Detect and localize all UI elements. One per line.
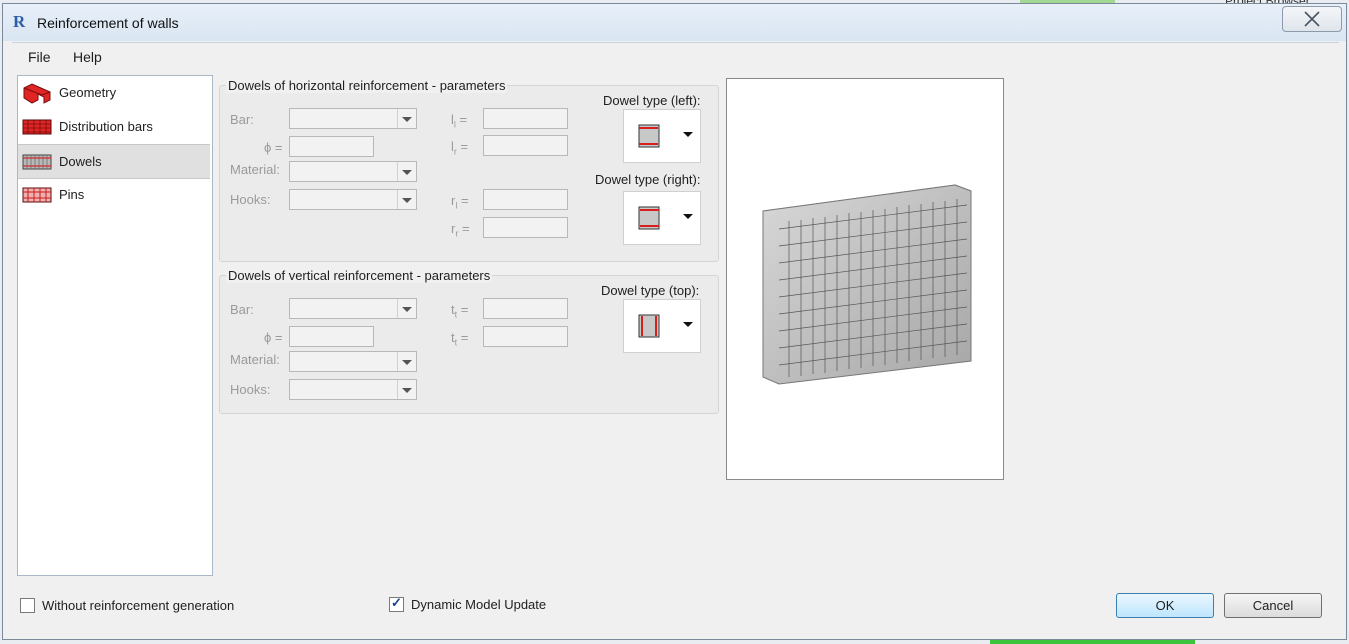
vertical-phi-label: ϕ = [264,330,283,345]
ok-button[interactable]: OK [1116,593,1214,618]
wall-3d-preview-image [762,184,972,385]
dynamic-update-check-box[interactable] [389,595,404,612]
close-button[interactable] [1282,6,1342,32]
app-logo: R [13,12,26,31]
horizontal-rl-field[interactable] [483,189,568,210]
vertical-material-label: Material: [230,352,280,367]
sidebar-item-label: Dowels [59,154,102,169]
vertical-phi-field[interactable] [289,326,374,347]
without-generation-label: Without reinforcement generation [42,598,235,613]
vertical-bar-select[interactable] [289,298,417,319]
sidebar-item-distribution-bars[interactable]: Distribution bars [18,110,210,143]
sidebar-item-dowels[interactable]: Dowels [18,144,210,179]
cancel-button[interactable]: Cancel [1224,593,1322,618]
horizontal-hooks-label: Hooks: [230,192,271,207]
chevron-down-icon [397,380,416,399]
chevron-down-icon [397,299,416,318]
window-title: Reinforcement of walls [37,15,179,31]
horizontal-ll-field[interactable] [483,108,568,129]
vertical-t2-label: tt = [451,330,469,348]
dowel-right-select[interactable] [623,191,701,245]
chevron-down-icon [397,190,416,209]
vertical-t2-field[interactable] [483,326,568,347]
close-icon [1304,11,1320,27]
chevron-down-icon [683,132,693,137]
horizontal-phi-field[interactable] [289,136,374,157]
menu-file[interactable]: File [28,49,51,65]
dowel-right-label: Dowel type (right): [595,172,701,187]
vertical-hooks-label: Hooks: [230,382,271,397]
vertical-material-select[interactable] [289,351,417,372]
horizontal-material-label: Material: [230,162,280,177]
dowel-left-type-icon [638,124,660,148]
sidebar-item-label: Pins [59,187,85,202]
geometry-icon [23,82,51,104]
horizontal-lr-field[interactable] [483,135,568,156]
chevron-down-icon [397,352,416,371]
horizontal-rl-label: rl = [451,193,469,211]
chevron-down-icon [683,214,693,219]
title-bar: R Reinforcement of walls [3,4,1346,41]
dowels-icon [22,154,52,169]
vertical-t1-label: tt = [451,302,469,320]
vertical-group-title: Dowels of vertical reinforcement - param… [226,268,493,283]
dowel-top-type-icon [638,314,660,338]
horizontal-lr-label: lr = [451,139,469,157]
horizontal-rr-label: rr = [451,221,470,239]
horizontal-bar-label: Bar: [230,112,254,127]
dowel-top-label: Dowel type (top): [601,283,700,298]
horizontal-bar-select[interactable] [289,108,417,129]
dowel-left-label: Dowel type (left): [603,93,701,108]
horizontal-phi-label: ϕ = [264,140,283,155]
chevron-down-icon [683,322,693,327]
horizontal-group-title: Dowels of horizontal reinforcement - par… [226,78,508,93]
horizontal-rr-field[interactable] [483,217,568,238]
chevron-down-icon [397,162,416,181]
horizontal-hooks-select[interactable] [289,189,417,210]
dowel-top-select[interactable] [623,299,701,353]
sidebar-item-label: Distribution bars [59,119,153,134]
vertical-t1-field[interactable] [483,298,568,319]
without-generation-check-box[interactable] [20,598,35,613]
dynamic-update-checkbox[interactable]: Dynamic Model Update [389,595,547,612]
menu-help[interactable]: Help [73,49,102,65]
menu-bar: File Help [12,42,1339,71]
dowel-left-select[interactable] [623,109,701,163]
vertical-hooks-select[interactable] [289,379,417,400]
without-generation-checkbox[interactable]: Without reinforcement generation [20,598,234,613]
sidebar-item-pins[interactable]: Pins [18,178,210,211]
distribution-bars-icon [22,119,52,134]
sidebar-item-label: Geometry [59,85,117,100]
chevron-down-icon [397,109,416,128]
section-list: Geometry Distribution bars Dowels Pins [17,75,213,576]
horizontal-material-select[interactable] [289,161,417,182]
dynamic-update-label: Dynamic Model Update [411,597,547,612]
dowel-right-type-icon [638,206,660,230]
pins-icon [22,187,52,202]
reinforcement-dialog: R Reinforcement of walls File Help Geome… [2,3,1347,640]
horizontal-ll-label: ll = [451,112,468,130]
wall-preview [726,78,1004,480]
sidebar-item-geometry[interactable]: Geometry [18,76,210,109]
vertical-bar-label: Bar: [230,302,254,317]
